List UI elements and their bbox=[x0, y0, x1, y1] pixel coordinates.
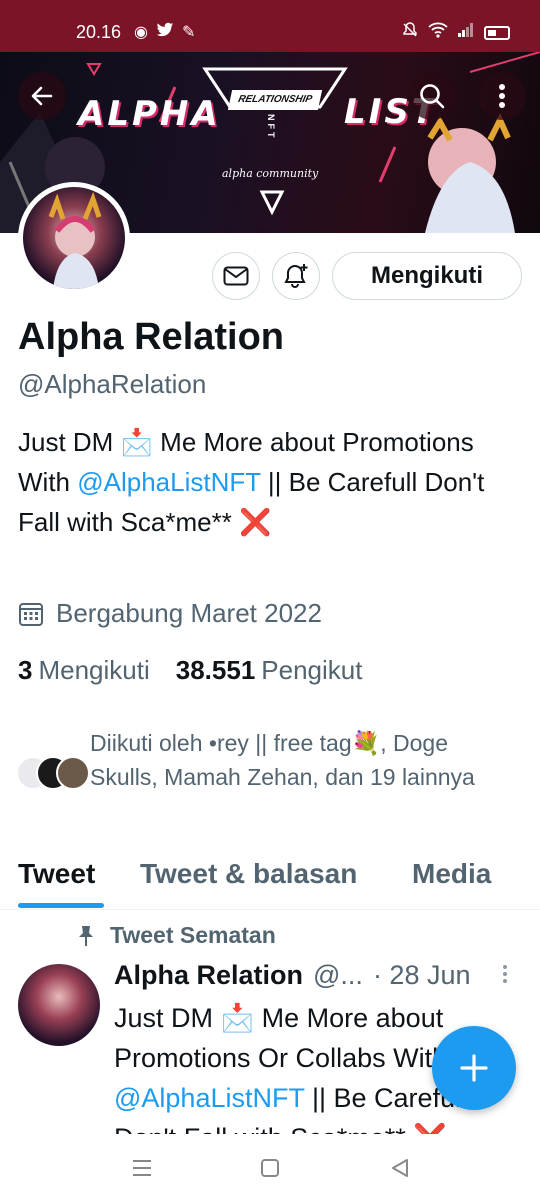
mutual-avatars bbox=[16, 756, 90, 796]
tweet-header: Alpha Relation @... · 28 Jun bbox=[114, 960, 471, 991]
compose-tweet-button[interactable] bbox=[432, 1026, 516, 1110]
search-button[interactable] bbox=[408, 72, 456, 120]
back-nav-button[interactable] bbox=[386, 1154, 414, 1182]
wifi-icon bbox=[428, 22, 448, 43]
recent-apps-button[interactable] bbox=[128, 1154, 156, 1182]
tweet-handle: @... bbox=[313, 960, 363, 990]
battery-icon bbox=[484, 25, 510, 40]
square-icon bbox=[261, 1159, 279, 1177]
following-label: Mengikuti bbox=[38, 655, 150, 685]
system-nav-bar bbox=[0, 1134, 540, 1200]
pinned-text: Tweet Sematan bbox=[110, 922, 276, 948]
pinned-label: Tweet Sematan bbox=[76, 922, 276, 949]
status-system-icons bbox=[402, 22, 510, 43]
bell-plus-icon bbox=[284, 264, 308, 288]
banner-subtitle: alpha community bbox=[222, 167, 319, 180]
following-button[interactable]: Mengikuti bbox=[332, 252, 522, 300]
triangle-back-icon bbox=[392, 1159, 408, 1177]
profile-bio: Just DM 📩 Me More about Promotions With … bbox=[18, 422, 523, 542]
followers-count: 38.551 bbox=[175, 655, 256, 685]
tweet-more-button[interactable] bbox=[502, 964, 508, 990]
tab-tweet-replies[interactable]: Tweet & balasan bbox=[140, 858, 357, 890]
search-icon bbox=[420, 84, 445, 109]
followers-count-link[interactable]: 38.551 Pengikut bbox=[176, 655, 363, 686]
calendar-icon bbox=[19, 602, 43, 626]
followed-by-text: Diikuti oleh •rey || free tag💐, Doge Sku… bbox=[90, 730, 475, 790]
banner-nft: NFT bbox=[266, 114, 276, 141]
profile-name: Alpha Relation bbox=[18, 316, 285, 358]
plus-icon bbox=[460, 1054, 488, 1082]
tweet-date: · 28 Jun bbox=[372, 960, 471, 990]
more-vertical-icon bbox=[499, 84, 505, 108]
status-bar: 20.16 ◉ ✎ bbox=[0, 0, 540, 52]
joined-date: Bergabung Maret 2022 bbox=[18, 598, 322, 629]
back-button[interactable] bbox=[18, 72, 66, 120]
tweet-author[interactable]: Alpha Relation bbox=[114, 960, 303, 991]
followers-label: Pengikut bbox=[261, 655, 363, 685]
follow-counts: 3 Mengikuti 38.551 Pengikut bbox=[18, 655, 362, 686]
followed-by[interactable]: Diikuti oleh •rey || free tag💐, Doge Sku… bbox=[16, 726, 516, 796]
avatar-artwork bbox=[48, 191, 102, 289]
tweet-avatar[interactable] bbox=[18, 964, 100, 1046]
banner-tag: RELATIONSHIP bbox=[227, 90, 323, 110]
profile-avatar[interactable] bbox=[18, 182, 130, 294]
tab-tweet[interactable]: Tweet bbox=[18, 858, 95, 890]
mutual-avatar bbox=[56, 756, 90, 790]
bio-mention-link[interactable]: @AlphaListNFT bbox=[77, 467, 260, 497]
status-time: 20.16 bbox=[76, 22, 122, 42]
following-count-link[interactable]: 3 Mengikuti bbox=[18, 655, 150, 686]
profile-tabs: Tweet Tweet & balasan Media bbox=[0, 848, 540, 910]
joined-text: Bergabung Maret 2022 bbox=[56, 598, 322, 628]
more-vertical-icon bbox=[503, 965, 507, 983]
notify-button[interactable] bbox=[272, 252, 320, 300]
more-options-button[interactable] bbox=[478, 72, 526, 120]
tweet-text-1: Just DM 📩 Me More about Promotions Or Co… bbox=[114, 1003, 448, 1073]
signal-icon bbox=[458, 23, 474, 42]
pin-icon bbox=[79, 925, 93, 946]
status-notification-icons: ◉ ✎ bbox=[134, 22, 195, 43]
envelope-icon bbox=[223, 266, 249, 286]
mute-icon bbox=[402, 22, 418, 43]
following-count: 3 bbox=[18, 655, 33, 685]
profile-handle: @AlphaRelation bbox=[18, 369, 207, 399]
message-button[interactable] bbox=[212, 252, 260, 300]
home-button[interactable] bbox=[256, 1154, 284, 1182]
arrow-left-icon bbox=[31, 86, 53, 106]
messenger-icon: ◉ bbox=[134, 24, 148, 41]
twitter-bird-icon bbox=[156, 22, 174, 43]
banner-word-left: ALPHA bbox=[78, 94, 221, 134]
broom-icon: ✎ bbox=[181, 24, 196, 41]
tab-media[interactable]: Media bbox=[412, 858, 491, 890]
active-tab-indicator bbox=[18, 903, 104, 908]
menu-lines-icon bbox=[133, 1160, 151, 1176]
tweet-mention-link[interactable]: @AlphaListNFT bbox=[114, 1083, 304, 1113]
